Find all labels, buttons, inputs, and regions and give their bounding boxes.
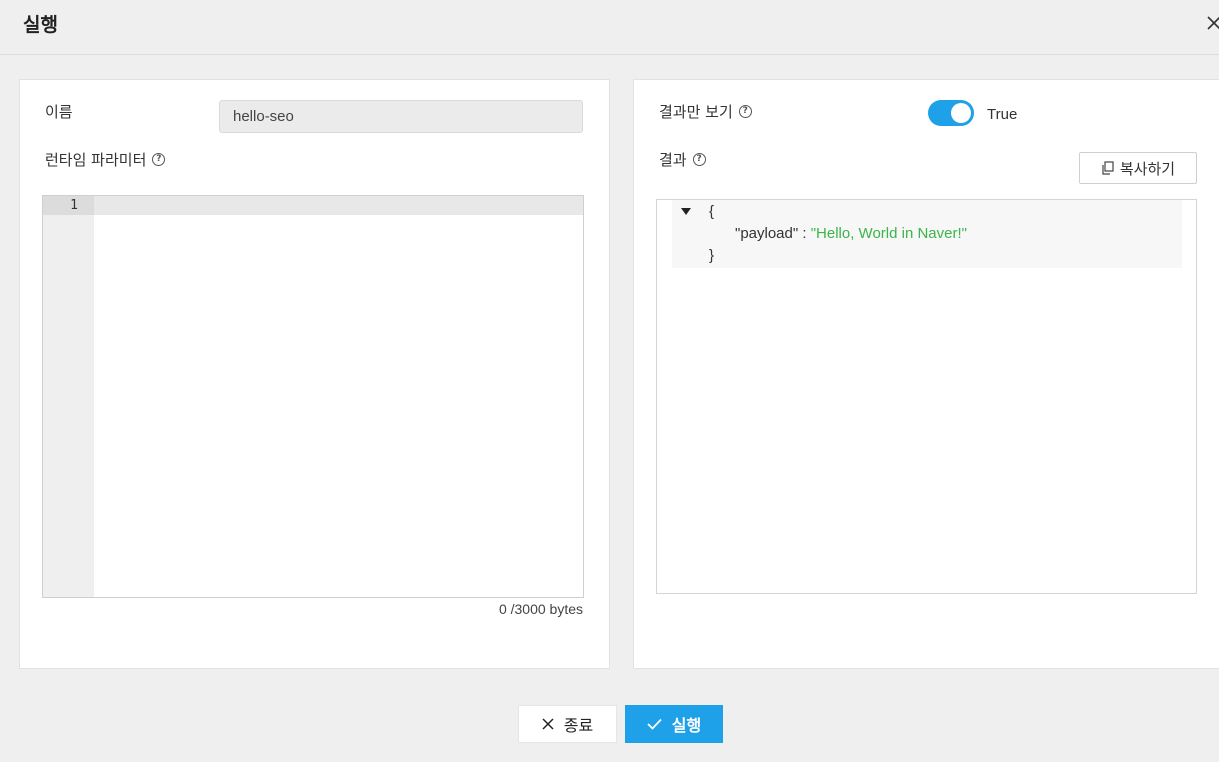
result-box: { "payload" : "Hello, World in Naver!" } <box>656 199 1197 594</box>
params-editor[interactable]: 1 <box>42 195 584 598</box>
dialog-header: 실행 <box>0 0 1219 55</box>
close-button[interactable]: 종료 <box>518 705 617 743</box>
editor-active-line[interactable] <box>94 196 583 215</box>
close-icon[interactable] <box>1205 14 1219 32</box>
result-label: 결과 <box>659 151 687 169</box>
help-icon[interactable]: ? <box>152 153 166 166</box>
params-label: 런타임 파라미터 <box>45 151 147 169</box>
result-label-row: 결과? <box>659 149 706 170</box>
close-icon <box>542 718 554 730</box>
copy-button-label: 복사하기 <box>1119 159 1176 178</box>
toggle-knob <box>951 103 971 123</box>
name-label: 이름 <box>45 103 73 121</box>
check-icon <box>647 718 662 730</box>
toggle-state-text: True <box>987 106 1018 123</box>
line-number: 1 <box>43 196 94 215</box>
json-separator: : <box>798 225 811 242</box>
name-field: hello-seo <box>219 100 583 133</box>
close-button-label: 종료 <box>563 716 594 735</box>
copy-button[interactable]: 복사하기 <box>1079 152 1197 184</box>
help-icon[interactable]: ? <box>692 153 706 166</box>
byte-counter: 0 /3000 bytes <box>498 601 583 617</box>
json-entry: "payload" : "Hello, World in Naver!" <box>735 225 967 242</box>
json-close-brace: } <box>709 247 715 264</box>
editor-gutter <box>43 196 94 597</box>
result-only-label: 결과만 보기 <box>659 103 733 121</box>
json-open-brace: { <box>709 203 715 220</box>
run-button[interactable]: 실행 <box>625 705 723 743</box>
result-only-label-row: 결과만 보기? <box>659 101 752 122</box>
run-button-label: 실행 <box>671 716 702 735</box>
runtime-panel: 이름 hello-seo 런타임 파라미터? 1 0 /3000 bytes <box>19 79 610 669</box>
result-only-toggle[interactable] <box>928 100 974 126</box>
json-value: "Hello, World in Naver!" <box>810 225 967 242</box>
help-icon[interactable]: ? <box>738 105 752 118</box>
result-panel: 결과만 보기? True 결과? 복사하기 { "payload" : "Hel… <box>633 79 1219 669</box>
collapse-caret-icon[interactable] <box>681 208 691 215</box>
copy-icon <box>1102 161 1114 175</box>
json-viewer: { "payload" : "Hello, World in Naver!" } <box>672 200 1182 268</box>
params-label-row: 런타임 파라미터? <box>45 149 166 170</box>
dialog-title: 실행 <box>23 15 58 36</box>
json-key: "payload" <box>735 225 799 242</box>
